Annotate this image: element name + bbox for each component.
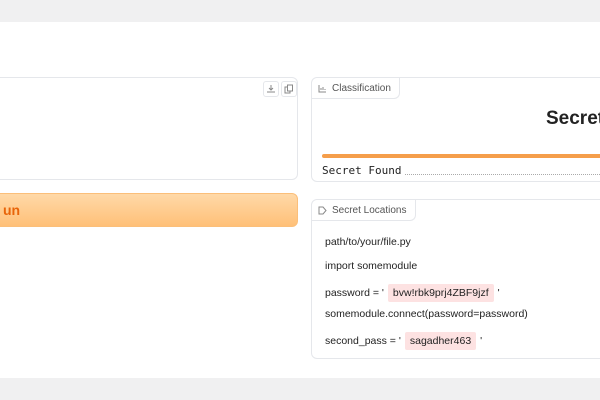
secret-locations-panel: Secret Locations path/to/your/file.py im… bbox=[311, 199, 600, 359]
label-icon bbox=[318, 206, 327, 214]
line-connect: somemodule.connect(password=password) bbox=[325, 308, 528, 320]
chart-icon bbox=[318, 84, 326, 92]
line-file-path: path/to/your/file.py bbox=[325, 236, 411, 248]
classification-panel: Classification Secret Secret Found bbox=[311, 77, 600, 182]
output-textbox[interactable] bbox=[0, 77, 298, 180]
top-class: Secret bbox=[546, 108, 600, 129]
secret-highlight: sagadher463 bbox=[404, 332, 477, 350]
line-second-pass: second_pass = ' sagadher463 ' bbox=[325, 332, 482, 350]
secret-locations-label: Secret Locations bbox=[312, 200, 416, 221]
run-button[interactable]: un bbox=[0, 193, 298, 227]
line-import: import somemodule bbox=[325, 260, 418, 272]
download-button[interactable] bbox=[263, 81, 279, 97]
download-icon bbox=[267, 85, 275, 93]
copy-button[interactable] bbox=[281, 81, 297, 97]
classification-label: Classification bbox=[312, 78, 400, 99]
bottom-band bbox=[0, 378, 600, 400]
confidence-row: Secret Found bbox=[322, 162, 600, 178]
confidence-label: Secret Found bbox=[322, 163, 402, 177]
dotted-leader bbox=[405, 166, 600, 175]
line-password: password = ' bvw!rbk9prj4ZBF9jzf ' bbox=[325, 284, 500, 302]
confidence-bar bbox=[322, 154, 600, 158]
secret-highlight: bvw!rbk9prj4ZBF9jzf bbox=[387, 284, 494, 302]
top-band bbox=[0, 0, 600, 22]
copy-icon bbox=[284, 84, 293, 94]
